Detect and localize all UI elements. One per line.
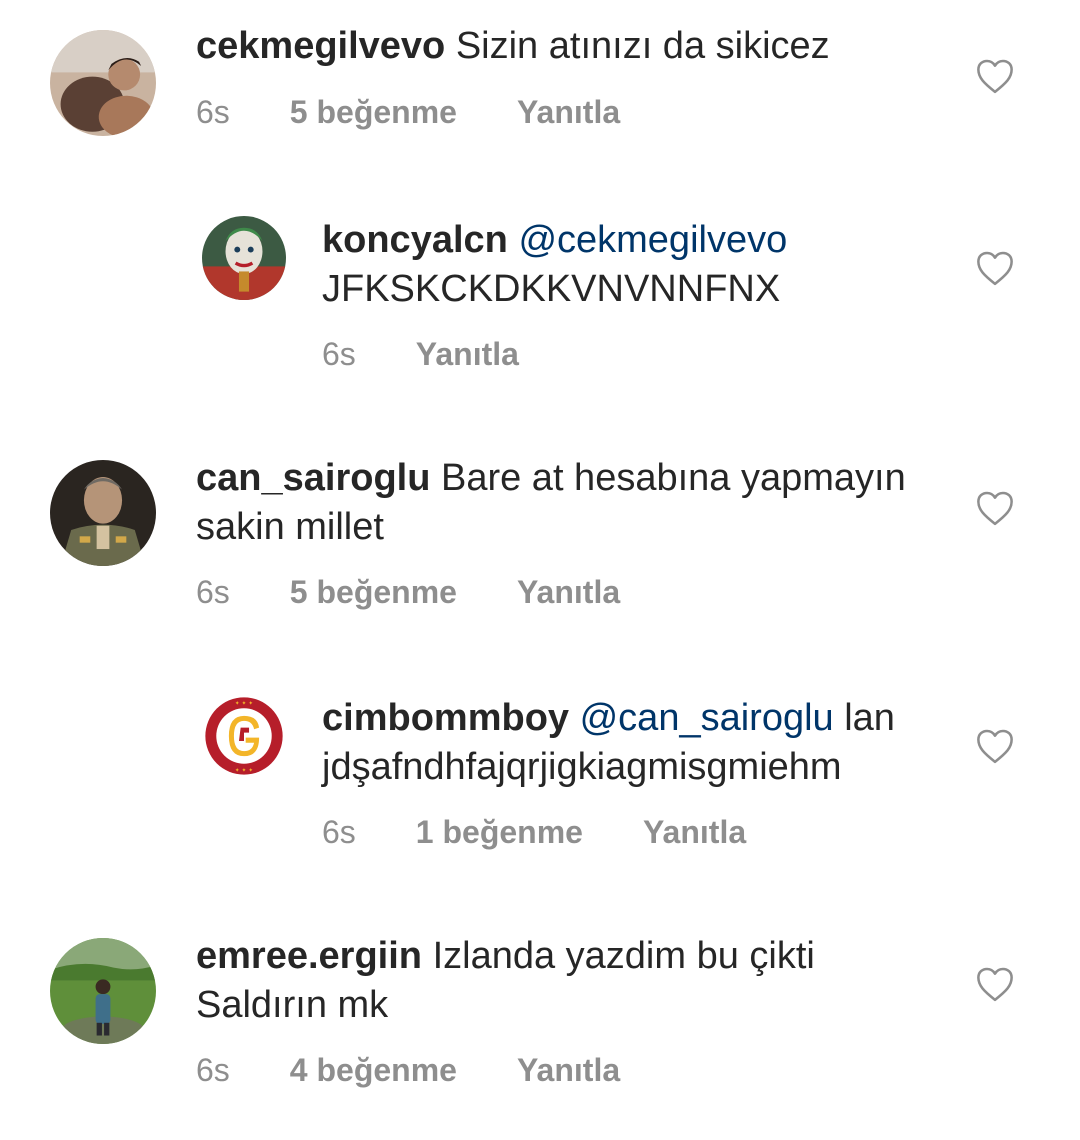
comment-time: 6s [196,94,230,130]
reply-button[interactable]: Yanıtla [517,574,620,611]
comment-meta: 6s 5 beğenme Yanıtla [196,94,620,131]
comment-message: Sizin atınızı da sikicez [455,25,830,67]
svg-text:✦ ✦ ✦: ✦ ✦ ✦ [235,700,254,707]
comment-time: 6s [196,574,230,610]
avatar[interactable] [50,460,156,566]
comment-meta: 6s 1 beğenme Yanıtla [322,814,746,851]
heart-outline-icon[interactable] [976,490,1014,526]
heart-outline-icon[interactable] [976,250,1014,286]
comment-text: can_sairoglu Bare at hesabına yapmayın s… [196,454,916,552]
reply-button[interactable]: Yanıtla [643,814,746,851]
heart-outline-icon[interactable] [976,58,1014,94]
comment-meta: 6s 4 beğenme Yanıtla [196,1052,620,1089]
avatar[interactable] [50,938,156,1044]
comment-time: 6s [322,814,356,850]
comment-username[interactable]: cimbommboy [322,697,569,739]
comment-message: JFKSKCKDKKVNVNNFNX [322,268,781,310]
comment-time: 6s [322,336,356,372]
avatar-photo [202,216,286,300]
avatar-photo [50,30,156,136]
comment-username[interactable]: koncyalcn [322,219,508,261]
mention-link[interactable]: @cekmegilvevo [518,219,787,261]
comment-meta: 6s Yanıtla [322,336,519,373]
svg-text:✦ ✦ ✦: ✦ ✦ ✦ [235,767,254,774]
heart-outline-icon[interactable] [976,966,1014,1002]
avatar-photo: ✦ ✦ ✦ ✦ ✦ ✦ [202,694,286,778]
avatar-photo [50,460,156,566]
comment-text: cimbommboy @can_sairoglu lan jdşafndhfaj… [322,694,962,792]
comment-text: cekmegilvevo Sizin atınızı da sikicez [196,22,936,71]
comment-time: 6s [196,1052,230,1088]
avatar[interactable] [202,216,286,300]
reply-button[interactable]: Yanıtla [416,336,519,373]
comment-username[interactable]: emree.ergiin [196,935,422,977]
comment-likes[interactable]: 5 beğenme [290,94,457,131]
avatar-photo [50,938,156,1044]
avatar[interactable] [50,30,156,136]
comment-text: emree.ergiin Izlanda yazdim bu çikti Sal… [196,932,916,1030]
reply-button[interactable]: Yanıtla [517,1052,620,1089]
comment-username[interactable]: cekmegilvevo [196,25,445,67]
comment-username[interactable]: can_sairoglu [196,457,430,499]
avatar[interactable]: ✦ ✦ ✦ ✦ ✦ ✦ [202,694,286,778]
comment-likes[interactable]: 5 beğenme [290,574,457,611]
comment-text: koncyalcn @cekmegilvevo JFKSKCKDKKVNVNNF… [322,216,942,314]
heart-outline-icon[interactable] [976,728,1014,764]
mention-link[interactable]: @can_sairoglu [580,697,834,739]
comment-likes[interactable]: 1 beğenme [416,814,583,851]
comment-likes[interactable]: 4 beğenme [290,1052,457,1089]
reply-button[interactable]: Yanıtla [517,94,620,131]
comment-meta: 6s 5 beğenme Yanıtla [196,574,620,611]
